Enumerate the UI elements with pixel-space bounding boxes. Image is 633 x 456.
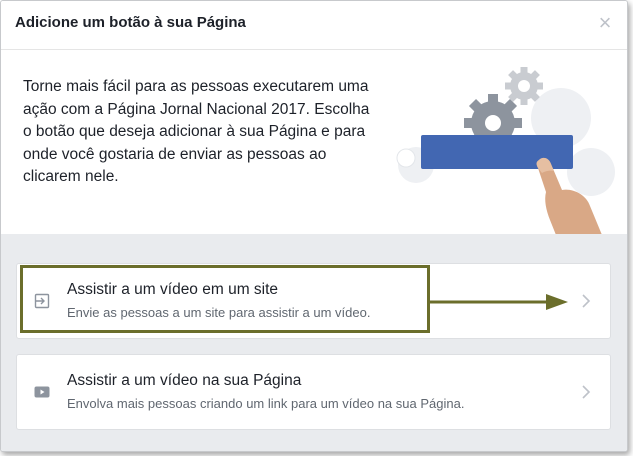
button-illustration <box>396 67 615 235</box>
option-watch-video-page[interactable]: Assistir a um vídeo na sua Página Envolv… <box>16 354 611 430</box>
options-section: Assistir a um vídeo em um site Envie as … <box>1 234 627 451</box>
dialog-header: Adicione um botão à sua Página × <box>1 1 627 50</box>
chevron-right-icon <box>582 385 591 399</box>
annotation-arrow-icon <box>430 294 568 310</box>
small-gear-icon <box>505 67 543 105</box>
option-subtitle: Envie as pessoas a um site para assistir… <box>67 305 371 320</box>
option-subtitle: Envolva mais pessoas criando um link par… <box>67 396 465 411</box>
video-play-icon <box>34 386 50 398</box>
intro-section: Torne mais fácil para as pessoas executa… <box>1 50 627 235</box>
option-title: Assistir a um vídeo na sua Página <box>67 372 302 389</box>
external-link-icon <box>34 293 50 309</box>
intro-text: Torne mais fácil para as pessoas executa… <box>23 78 370 185</box>
close-icon[interactable]: × <box>595 12 615 34</box>
dialog-title: Adicione um botão à sua Página <box>15 14 246 31</box>
add-button-dialog: Adicione um botão à sua Página × Torne m… <box>0 0 628 452</box>
chevron-right-icon <box>582 294 591 308</box>
option-title: Assistir a um vídeo em um site <box>67 281 279 298</box>
